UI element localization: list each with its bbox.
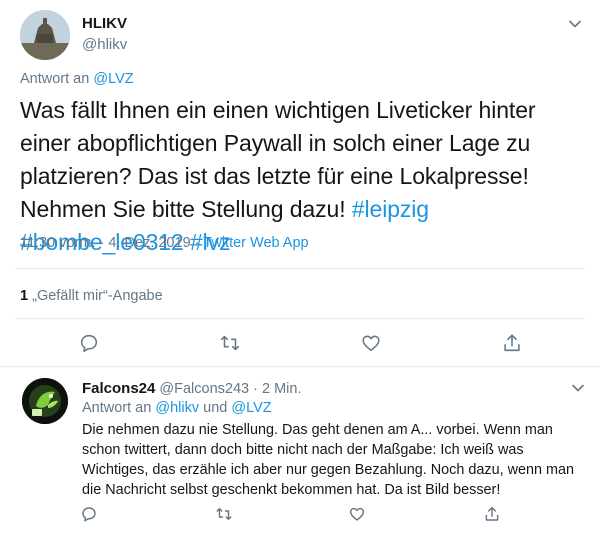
- comment-icon[interactable]: [78, 332, 100, 354]
- reply-to-mention[interactable]: @hlikv: [155, 400, 199, 416]
- tweet-source[interactable]: Twitter Web App: [203, 235, 308, 251]
- meta-separator: ·: [194, 235, 200, 251]
- reply-to-mention[interactable]: @LVZ: [231, 400, 271, 416]
- heart-icon[interactable]: [360, 332, 382, 354]
- tweet-date[interactable]: 4. Dez. 2019: [108, 235, 190, 251]
- reply-to-mention[interactable]: @LVZ: [93, 71, 133, 87]
- reply-and: und: [203, 400, 228, 416]
- tweet-meta: 11:30 vorm. · 4. Dez. 2019 · Twitter Web…: [20, 235, 309, 251]
- divider: [15, 318, 585, 319]
- retweet-icon[interactable]: [215, 505, 233, 523]
- heart-icon[interactable]: [348, 505, 366, 523]
- meta-separator: ·: [253, 381, 258, 397]
- user-handle[interactable]: @Falcons243: [159, 381, 249, 397]
- likes-label: „Gefällt mir“-Angabe: [32, 288, 163, 304]
- falcon-avatar-image: [22, 378, 68, 424]
- reply-context: Antwort an @LVZ: [20, 71, 134, 87]
- chevron-down-icon[interactable]: [571, 381, 585, 395]
- reply-header: Falcons24 @Falcons243 · 2 Min.: [82, 380, 302, 397]
- divider: [15, 268, 585, 269]
- retweet-icon[interactable]: [219, 332, 241, 354]
- tweet-time[interactable]: 11:30 vorm.: [20, 235, 96, 251]
- tweet-age[interactable]: 2 Min.: [262, 381, 302, 397]
- display-name[interactable]: HLIKV: [82, 15, 127, 32]
- share-icon[interactable]: [483, 505, 501, 523]
- avatar[interactable]: [20, 10, 70, 60]
- divider: [0, 366, 600, 367]
- display-name[interactable]: Falcons24: [82, 380, 155, 397]
- meta-separator: ·: [99, 235, 105, 251]
- monument-avatar-image: [20, 10, 70, 60]
- tweet-body: Was fällt Ihnen ein einen wichtigen Live…: [20, 97, 536, 222]
- avatar[interactable]: [22, 378, 68, 424]
- likes-stat[interactable]: 1 „Gefällt mir“-Angabe: [20, 288, 163, 304]
- user-handle[interactable]: @hlikv: [82, 36, 127, 53]
- chevron-down-icon[interactable]: [568, 17, 582, 31]
- likes-count: 1: [20, 288, 29, 304]
- reply-context: Antwort an @hlikv und @LVZ: [82, 400, 272, 416]
- comment-icon[interactable]: [80, 505, 98, 523]
- reply-prefix: Antwort an: [20, 71, 90, 87]
- hashtag-leipzig[interactable]: #leipzig: [352, 196, 429, 222]
- reply-tweet-text: Die nehmen dazu nie Stellung. Das geht d…: [82, 422, 574, 498]
- share-icon[interactable]: [501, 332, 523, 354]
- reply-prefix: Antwort an: [82, 400, 152, 416]
